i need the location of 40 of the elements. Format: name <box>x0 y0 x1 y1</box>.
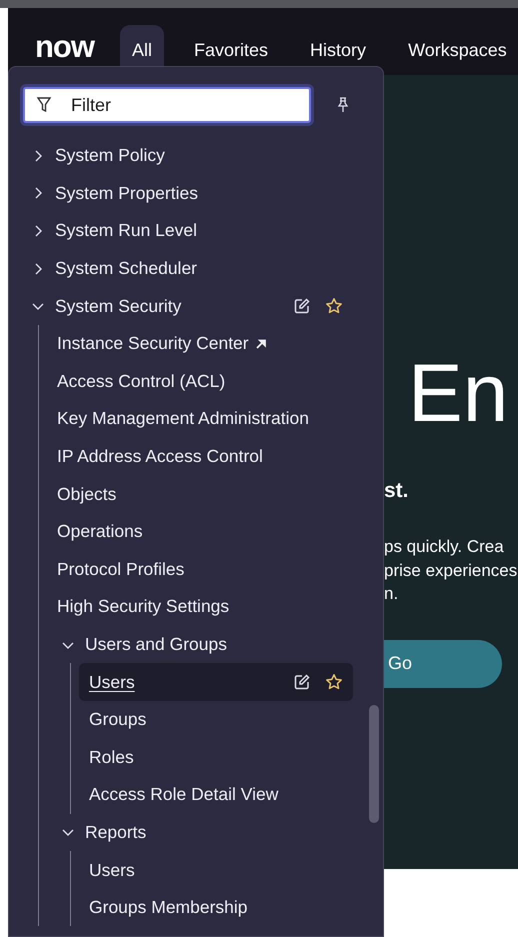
star-icon[interactable] <box>325 297 343 316</box>
nav-tab[interactable]: Favorites <box>182 25 280 75</box>
menu-group[interactable]: System Properties <box>55 182 198 204</box>
hero-subheading: st. <box>384 479 410 503</box>
menu-item[interactable]: Access Role Detail View <box>89 784 278 806</box>
menu-item[interactable]: High Security Settings <box>57 596 230 618</box>
filter-field[interactable]: Filter <box>23 87 311 123</box>
edit-icon[interactable] <box>293 673 311 692</box>
menu-item[interactable]: Users <box>89 860 135 881</box>
edit-icon[interactable] <box>293 297 311 316</box>
hero-description: prise experiences <box>384 560 518 582</box>
menu-item[interactable]: Operations <box>57 521 143 542</box>
filter-icon <box>37 97 51 113</box>
menu-item[interactable]: Groups <box>89 709 146 730</box>
menu-item[interactable]: Protocol Profiles <box>57 558 184 580</box>
menu-group[interactable]: System Scheduler <box>55 258 198 280</box>
menu-item[interactable]: Objects <box>57 484 116 505</box>
menu-item[interactable]: IP Address Access Control <box>57 446 263 468</box>
nav-tab[interactable]: Workspaces <box>396 25 518 75</box>
hero-description: n. <box>384 583 398 605</box>
menu-group[interactable]: Reports <box>85 822 146 843</box>
nav-tab[interactable]: History <box>298 25 378 75</box>
menu-item[interactable]: Users <box>89 672 135 693</box>
menu-group[interactable]: System Security <box>55 296 182 317</box>
menu-item[interactable]: Groups Membership <box>89 897 248 918</box>
menu-group[interactable]: System Policy <box>55 145 165 166</box>
menu-group[interactable]: System Run Level <box>55 220 198 242</box>
menu-item[interactable]: Key Management Administration <box>57 408 309 430</box>
selected-row[interactable]: Users <box>79 663 353 701</box>
star-icon[interactable] <box>325 673 343 692</box>
hero-heading: En <box>408 353 508 435</box>
menu-item[interactable]: Instance Security Center <box>57 333 249 354</box>
go-button[interactable]: Go <box>384 640 502 688</box>
external-arrow-icon <box>254 338 267 350</box>
pin-icon[interactable] <box>337 97 349 113</box>
menu-item[interactable]: Roles <box>89 746 134 768</box>
scrollbar[interactable] <box>369 705 379 823</box>
menu-group[interactable]: Users and Groups <box>85 634 228 656</box>
menu-item[interactable]: Access Control (ACL) <box>57 370 226 392</box>
hero-description: ps quickly. Crea <box>384 536 504 558</box>
